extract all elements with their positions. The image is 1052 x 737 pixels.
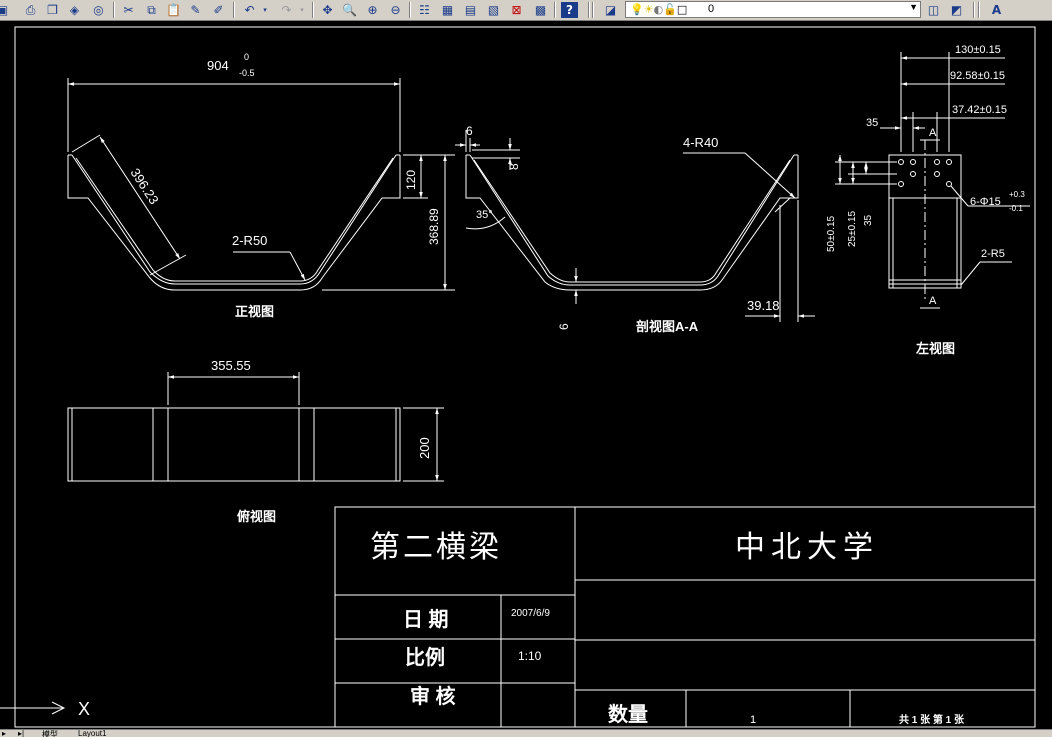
toolbar-separator [973,2,975,18]
school-name: 中北大学 [735,531,879,564]
zoom-window-icon[interactable]: ⊕ [364,2,381,18]
left-view [835,52,1030,309]
left-section-mark-bottom: A [929,295,937,307]
date-value: 2007/6/9 [511,608,550,619]
help-icon[interactable]: ? [561,2,578,18]
left-holes-dim: 6-Φ15 [970,196,1001,208]
front-width-tol-upper: 0 [244,52,249,62]
left-dim-37: 37.42±0.15 [952,104,1007,116]
left-dim-35b: 35 [863,214,874,226]
copy-icon[interactable]: ⧉ [143,2,160,18]
quantity-label: 数量 [608,702,648,726]
scale-value: 1:10 [518,649,542,663]
part-name: 第二横梁 [370,531,502,564]
layer-name: 0 [708,3,715,15]
front-width-dim: 904 [207,58,229,73]
top-width-dim: 355.55 [211,358,251,373]
ucs-icon [0,701,66,715]
sheet-set-icon[interactable]: ▧ [485,2,502,18]
tab-layout1[interactable]: Layout1 [78,730,106,737]
left-dim-35: 35 [866,117,878,129]
toolbar-separator [312,2,314,18]
top-view [67,372,444,482]
layer-state-icons: 💡☀◐🔓□ [630,3,688,16]
cut-icon[interactable]: ✂ [120,2,137,18]
make-layer-current-icon[interactable]: ◫ [925,2,942,18]
toolbar-separator [409,2,411,18]
toolbar-separator [588,2,590,18]
section-view-label: 剖视图A-A [636,319,699,334]
section-offset-dim: 39.18 [747,298,780,313]
undo-icon[interactable]: ↶ [241,2,258,18]
toolbar-separator [978,2,980,18]
design-center-icon[interactable]: ▦ [439,2,456,18]
markup-icon[interactable]: ⊠ [508,2,525,18]
toolbar-separator [592,2,594,18]
3d-dwf-icon[interactable]: ◈ [66,2,83,18]
match-properties-icon[interactable]: ✎ [187,2,204,18]
section-thk-bottom-dim: 6 [557,323,571,330]
standard-toolbar: ▣ ⎙ ❐ ◈ ◎ ✂ ⧉ 📋 ✎ ✐ ↶ ▾ ↷ ▾ ✥ 🔍 ⊕ ⊖ ☷ ▦ … [0,0,1052,21]
top-view-label: 俯视图 [237,509,276,524]
layer-previous-icon[interactable]: ◩ [948,2,965,18]
left-r5-dim: 2-R5 [981,248,1005,260]
section-thk-top-dim: 6 [466,124,473,138]
section-view [455,130,815,322]
tab-nav-last-icon[interactable]: ▸| [18,730,24,737]
front-height-dim: 368.89 [427,208,441,245]
layout-tabs: ▸ ▸| 模型 Layout1 [0,729,1052,737]
left-holes-tol-lower: -0.1 [1009,204,1023,213]
left-holes-tol-upper: +0.3 [1009,190,1025,199]
front-view [67,78,455,291]
front-flange-dim: 120 [404,170,418,190]
front-radius-dim: 2-R50 [232,233,267,248]
left-dim-92: 92.58±0.15 [950,70,1005,82]
tab-nav-first-icon[interactable]: ▸ [2,730,6,737]
chevron-down-icon: ▼ [909,2,918,12]
calculator-icon[interactable]: ▩ [532,2,549,18]
zoom-realtime-icon[interactable]: 🔍 [341,2,358,18]
block-editor-icon[interactable]: ✐ [210,2,227,18]
properties-icon[interactable]: ☷ [416,2,433,18]
sheet-text: 共 1 张 第 1 张 [899,713,965,726]
layer-dropdown[interactable]: 💡☀◐🔓□ 0 ▼ [625,1,921,18]
section-8-dim: 8 [507,163,521,170]
toolbar-separator [554,2,556,18]
toolbar-separator [113,2,115,18]
plot-preview-icon[interactable]: ⎙ [22,2,39,18]
scale-label: 比例 [405,645,445,669]
publish-icon[interactable]: ❐ [44,2,61,18]
tool-palettes-icon[interactable]: ▤ [462,2,479,18]
section-angle-dim: 35° [476,209,493,221]
zoom-previous-icon[interactable]: ⊖ [387,2,404,18]
left-view-label: 左视图 [916,341,955,356]
text-style-icon[interactable]: A [988,2,1005,18]
review-label: 审 核 [410,684,456,708]
drawing-canvas[interactable]: 904 0 -0.5 396.23 2-R50 120 368.89 正视图 6… [0,21,1052,729]
tab-model[interactable]: 模型 [42,730,58,737]
layer-manager-icon[interactable]: ◪ [602,2,619,18]
left-section-mark-top: A [929,127,937,139]
left-dim-50: 50±0.15 [826,215,837,252]
quantity-value: 1 [750,714,756,726]
toolbar-separator [233,2,235,18]
redo-dropdown-icon[interactable]: ▾ [297,2,307,18]
left-dim-25: 25±0.15 [847,210,858,247]
pan-icon[interactable]: ✥ [319,2,336,18]
front-view-label: 正视图 [235,304,274,319]
top-height-dim: 200 [417,437,432,459]
paste-icon[interactable]: 📋 [165,2,182,18]
section-radius-dim: 4-R40 [683,135,718,150]
redo-icon[interactable]: ↷ [278,2,295,18]
front-width-tol-lower: -0.5 [239,68,255,78]
web-icon[interactable]: ◎ [90,2,107,18]
ucs-x-label: X [78,699,90,719]
undo-dropdown-icon[interactable]: ▾ [260,2,270,18]
date-label: 日 期 [403,608,449,631]
left-dim-130: 130±0.15 [955,44,1001,56]
plot-icon[interactable]: ▣ [0,2,11,18]
